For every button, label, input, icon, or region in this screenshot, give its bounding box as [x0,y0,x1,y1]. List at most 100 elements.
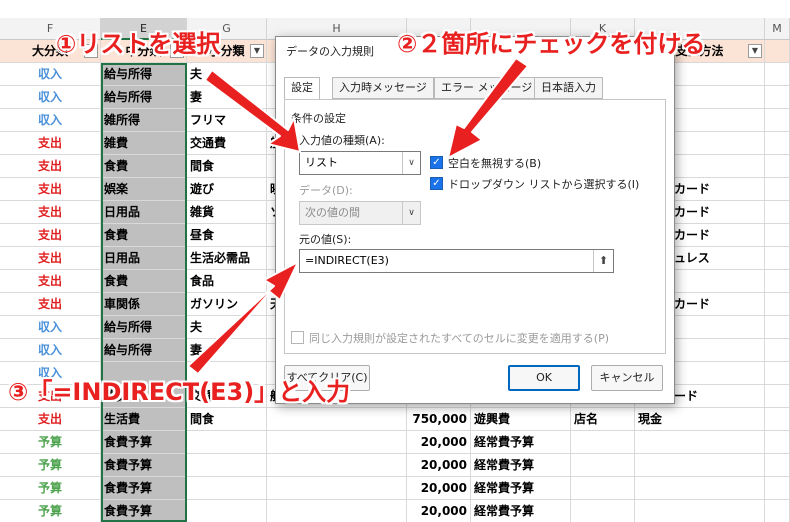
cell-shobunrui[interactable]: 食品 [187,270,267,293]
cell-chubunrui[interactable]: 食費 [101,270,187,293]
cell-m[interactable] [765,477,790,500]
cell-daibunrui[interactable]: 支出 [0,132,101,155]
cell-chubunrui[interactable]: 食費 [101,224,187,247]
cell-shobunrui[interactable]: 夫 [187,63,267,86]
cell-store[interactable] [571,431,635,454]
collapse-dialog-icon[interactable]: ⬆ [593,250,613,272]
cell-daibunrui[interactable]: 支出 [0,224,101,247]
cell-h[interactable] [267,408,407,431]
cell-daibunrui[interactable]: 支出 [0,408,101,431]
cell-daibunrui[interactable]: 収入 [0,86,101,109]
cell-chubunrui[interactable]: 食費予算 [101,500,187,522]
cell-m[interactable] [765,155,790,178]
cell-m[interactable] [765,132,790,155]
cell-shobunrui[interactable]: 雑貨 [187,201,267,224]
cell-h[interactable] [267,500,407,522]
cell-amount[interactable]: 20,000 [407,454,471,477]
cell-m[interactable] [765,293,790,316]
cell-chubunrui[interactable]: 食費予算 [101,454,187,477]
cell-shobunrui[interactable]: 妻 [187,86,267,109]
cell-shobunrui[interactable] [187,500,267,522]
cell-amount[interactable]: 750,000 [407,408,471,431]
cell-m[interactable] [765,224,790,247]
cell-m[interactable] [765,362,790,385]
cell-m[interactable] [765,247,790,270]
cell-shobunrui[interactable]: ガソリン [187,293,267,316]
cell-daibunrui[interactable]: 支出 [0,178,101,201]
cell-h[interactable] [267,431,407,454]
cell-chubunrui[interactable]: 給与所得 [101,63,187,86]
apply-all-checkbox[interactable] [291,331,304,344]
cell-store[interactable]: 店名 [571,408,635,431]
cell-m[interactable] [765,385,790,408]
cell-chubunrui[interactable]: 雑所得 [101,109,187,132]
cell-amount[interactable]: 20,000 [407,500,471,522]
cell-chubunrui[interactable]: 雑費 [101,132,187,155]
cell-category[interactable]: 遊興費 [471,408,571,431]
cell-shobunrui[interactable]: 交通費 [187,132,267,155]
cell-chubunrui[interactable]: 日用品 [101,247,187,270]
cell-daibunrui[interactable]: 予算 [0,431,101,454]
cell-category[interactable]: 経常費予算 [471,454,571,477]
cell-amount[interactable]: 20,000 [407,477,471,500]
cell-daibunrui[interactable]: 支出 [0,155,101,178]
cell-shobunrui[interactable]: 妻 [187,339,267,362]
cell-m[interactable] [765,408,790,431]
cell-chubunrui[interactable]: 食費予算 [101,431,187,454]
cell-chubunrui[interactable]: 給与所得 [101,339,187,362]
cell-store[interactable] [571,477,635,500]
cell-daibunrui[interactable]: 予算 [0,500,101,522]
type-select[interactable]: リスト ∨ [299,151,421,175]
cell-m[interactable] [765,178,790,201]
cell-m[interactable] [765,86,790,109]
data-select[interactable]: 次の値の間 ∨ [299,201,421,225]
cell-m[interactable] [765,63,790,86]
cell-shobunrui[interactable]: 生活必需品 [187,247,267,270]
cell-daibunrui[interactable]: 収入 [0,109,101,132]
cell-daibunrui[interactable]: 支出 [0,293,101,316]
tab-error-message[interactable]: エラー メッセージ [434,77,540,99]
cell-shobunrui[interactable]: 夫 [187,316,267,339]
ok-button[interactable]: OK [508,365,580,391]
cell-payment[interactable] [635,477,765,500]
cell-payment[interactable] [635,431,765,454]
cell-shobunrui[interactable]: 遊び [187,178,267,201]
cell-daibunrui[interactable]: 収入 [0,339,101,362]
tab-input-message[interactable]: 入力時メッセージ [332,77,434,99]
cell-m[interactable] [765,201,790,224]
cell-payment[interactable] [635,500,765,522]
cell-chubunrui[interactable]: 娯楽 [101,178,187,201]
cell-chubunrui[interactable]: 給与所得 [101,86,187,109]
cell-amount[interactable]: 20,000 [407,431,471,454]
cell-daibunrui[interactable]: 予算 [0,454,101,477]
cell-daibunrui[interactable]: 予算 [0,477,101,500]
column-header-m[interactable]: M [765,18,790,40]
cell-m[interactable] [765,431,790,454]
cell-category[interactable]: 経常費予算 [471,431,571,454]
tab-settings[interactable]: 設定 [284,77,320,100]
cell-daibunrui[interactable]: 収入 [0,63,101,86]
filter-dropdown-icon[interactable]: ▼ [250,44,264,58]
cell-category[interactable]: 経常費予算 [471,500,571,522]
cell-shobunrui[interactable]: 間食 [187,155,267,178]
cell-chubunrui[interactable]: 給与所得 [101,316,187,339]
cell-chubunrui[interactable]: 車関係 [101,293,187,316]
cell-daibunrui[interactable]: 収入 [0,316,101,339]
cell-m[interactable] [765,270,790,293]
cell-m[interactable] [765,454,790,477]
cell-daibunrui[interactable]: 支出 [0,247,101,270]
dropdown-checkbox[interactable]: ✓ [430,177,443,190]
cell-chubunrui[interactable]: 食費予算 [101,477,187,500]
cell-daibunrui[interactable]: 支出 [0,201,101,224]
cell-m[interactable] [765,339,790,362]
source-input[interactable]: =INDIRECT(E3) ⬆ [299,249,614,273]
cell-m[interactable] [765,109,790,132]
tab-japanese-input[interactable]: 日本語入力 [534,77,603,99]
cell-m[interactable] [765,316,790,339]
cell-shobunrui[interactable]: 間食 [187,408,267,431]
cell-payment[interactable] [635,454,765,477]
filter-dropdown-icon[interactable]: ▼ [748,44,762,58]
cell-shobunrui[interactable] [187,454,267,477]
cell-category[interactable]: 経常費予算 [471,477,571,500]
cell-shobunrui[interactable] [187,431,267,454]
